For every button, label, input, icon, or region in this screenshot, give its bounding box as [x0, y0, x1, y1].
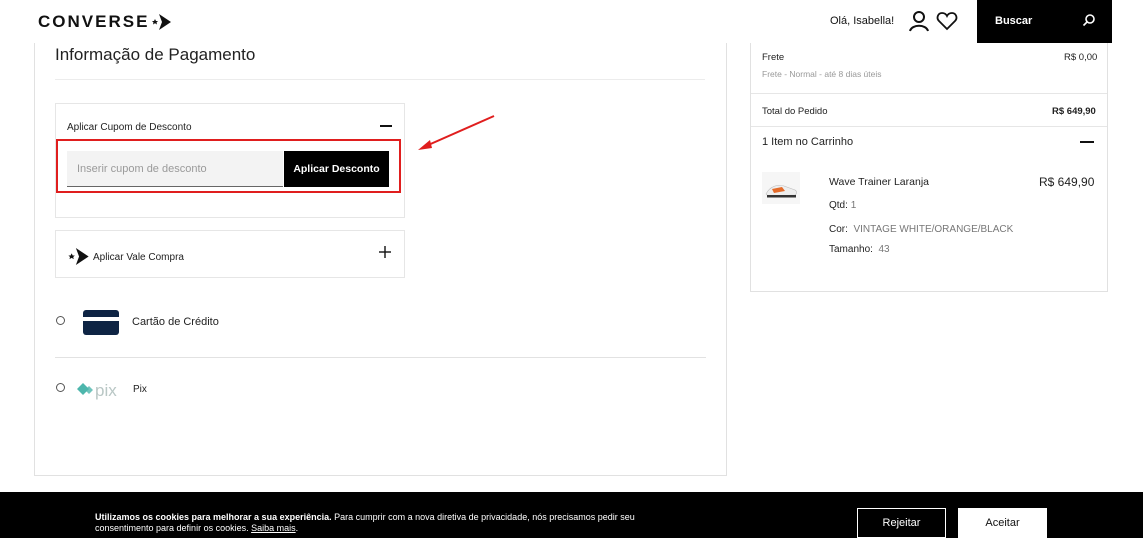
heart-icon[interactable] [936, 10, 958, 32]
item-name[interactable]: Wave Trainer Laranja [829, 176, 929, 188]
payment-method-label[interactable]: Cartão de Crédito [132, 316, 219, 328]
radio-credit-card[interactable] [56, 316, 65, 325]
qty-label: Qtd: [829, 200, 848, 211]
cookie-message: Utilizamos os cookies para melhorar a su… [95, 512, 695, 534]
cookie-message-bold: Utilizamos os cookies para melhorar a su… [95, 512, 332, 522]
qty-value: 1 [850, 200, 857, 211]
size-label: Tamanho: [829, 244, 873, 255]
divider [55, 79, 705, 80]
apply-discount-button[interactable]: Aplicar Desconto [284, 151, 389, 187]
search-label: Buscar [995, 15, 1033, 27]
color-value: VINTAGE WHITE/ORANGE/BLACK [853, 224, 1014, 235]
accept-cookies-button[interactable]: Aceitar [958, 508, 1047, 538]
item-price: R$ 649,90 [1039, 175, 1095, 189]
radio-pix[interactable] [56, 383, 65, 392]
coupon-input[interactable] [67, 151, 283, 187]
divider [751, 93, 1107, 94]
cart-count-label[interactable]: 1 Item no Carrinho [762, 136, 853, 148]
shipping-label: Frete [762, 52, 785, 63]
payment-method-label[interactable]: Pix [133, 384, 147, 395]
voucher-label[interactable]: Aplicar Vale Compra [93, 252, 184, 263]
divider [751, 126, 1107, 127]
shipping-value: R$ 0,00 [1064, 52, 1098, 63]
product-thumbnail[interactable] [762, 172, 800, 204]
search-icon[interactable] [1082, 13, 1096, 27]
cookie-message-end: . [295, 523, 299, 533]
size-value: 43 [878, 244, 890, 255]
star-chevron-logo-icon [152, 14, 172, 30]
user-greeting[interactable]: Olá, Isabella! [830, 15, 894, 27]
shipping-detail: Frete - Normal - até 8 dias úteis [762, 69, 882, 79]
item-quantity: Qtd: 1 [829, 200, 856, 211]
page-title: Informação de Pagamento [55, 45, 256, 64]
pix-logo-icon: pix [77, 381, 117, 400]
item-size: Tamanho: 43 [829, 244, 890, 255]
coupon-section-title[interactable]: Aplicar Cupom de Desconto [67, 122, 192, 133]
user-icon[interactable] [908, 10, 930, 32]
color-label: Cor: [829, 224, 848, 235]
converse-logo[interactable]: CONVERSE [38, 12, 172, 32]
total-value: R$ 649,90 [1052, 106, 1096, 117]
total-label: Total do Pedido [762, 106, 828, 117]
learn-more-link[interactable]: Saiba mais [251, 523, 296, 533]
svg-text:pix: pix [95, 381, 117, 400]
reject-cookies-button[interactable]: Rejeitar [857, 508, 946, 538]
minus-icon[interactable] [380, 125, 392, 127]
credit-card-icon [83, 310, 119, 335]
plus-icon[interactable] [378, 245, 392, 259]
order-summary-panel [750, 43, 1108, 292]
divider [55, 357, 706, 358]
annotation-arrow [418, 115, 495, 150]
item-color: Cor: VINTAGE WHITE/ORANGE/BLACK [829, 224, 1013, 235]
star-chevron-logo-icon [68, 248, 89, 265]
search-bar[interactable]: Buscar [977, 0, 1112, 43]
minus-icon[interactable] [1080, 141, 1094, 143]
logo-text: CONVERSE [38, 12, 150, 31]
